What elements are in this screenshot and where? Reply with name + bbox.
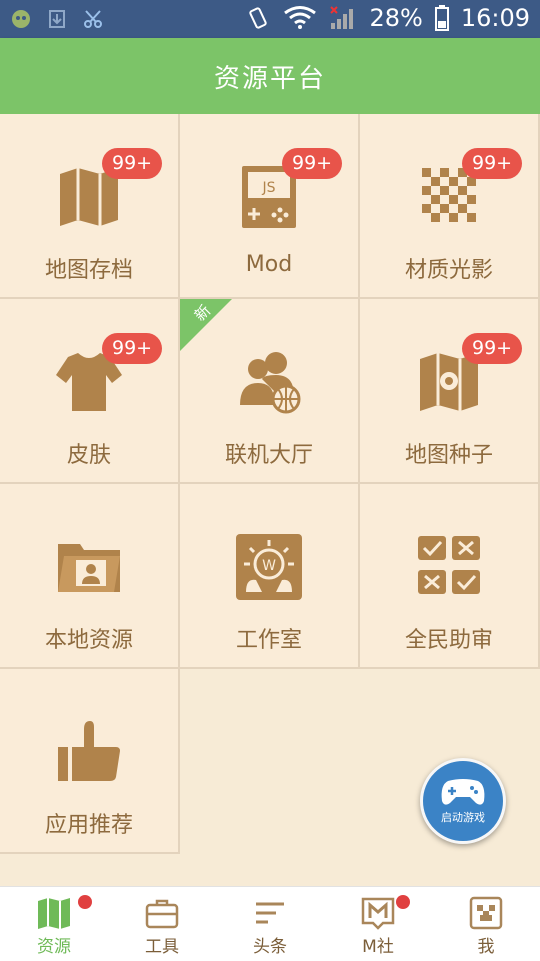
tile-map-seed[interactable]: 99+ 地图种子 — [360, 299, 540, 484]
tile-mod[interactable]: JS 99+ Mod — [180, 114, 360, 299]
signal-icon — [330, 6, 354, 29]
review-checks-icon — [418, 536, 480, 594]
nav-label: 工具 — [145, 936, 179, 957]
new-ribbon: 新 — [180, 299, 232, 351]
tile-skin[interactable]: 99+ 皮肤 — [0, 299, 180, 484]
m-community-icon — [361, 897, 395, 930]
nav-item-headlines[interactable]: 头条 — [216, 887, 324, 961]
tile-app-recommend[interactable]: 应用推荐 — [0, 669, 180, 854]
tile-label: 本地资源 — [44, 628, 133, 653]
count-badge: 99+ — [462, 148, 523, 179]
tile-label: 皮肤 — [66, 443, 111, 468]
nav-label: 资源 — [37, 936, 71, 957]
tile-label: 全民助审 — [404, 628, 493, 653]
toolbox-icon — [145, 899, 179, 928]
tile-texture-shader[interactable]: 99+ 材质光影 — [360, 114, 540, 299]
tile-community-review[interactable]: 全民助审 — [360, 484, 540, 669]
game-notification-icon — [12, 10, 30, 28]
launch-game-button[interactable]: 启动游戏 — [420, 758, 506, 844]
bottom-nav: 资源 工具 头条 M社 我 — [0, 886, 540, 961]
nav-label: 我 — [477, 936, 495, 957]
app-header: 资源平台 — [0, 38, 540, 114]
tile-label: Mod — [245, 252, 293, 277]
count-badge: 99+ — [102, 148, 163, 179]
nav-item-tools[interactable]: 工具 — [108, 887, 216, 961]
battery-icon — [434, 5, 449, 31]
nav-item-me[interactable]: 我 — [432, 887, 540, 961]
tile-multiplayer-hall[interactable]: 新 联机大厅 — [180, 299, 360, 484]
studio-bulb-icon: W — [236, 534, 302, 600]
tile-label: 工作室 — [235, 628, 302, 653]
count-badge: 99+ — [102, 333, 163, 364]
tile-studio[interactable]: W 工作室 — [180, 484, 360, 669]
vibrate-icon — [249, 7, 268, 29]
nav-item-m-community[interactable]: M社 — [324, 887, 432, 961]
tile-local-resources[interactable]: 本地资源 — [0, 484, 180, 669]
wifi-icon — [284, 6, 317, 29]
gamepad-icon — [441, 779, 485, 805]
tile-label: 应用推荐 — [44, 813, 133, 838]
nav-item-resources[interactable]: 资源 — [0, 887, 108, 961]
headlines-icon — [256, 902, 284, 923]
tile-label: 材质光影 — [404, 258, 493, 283]
status-bar: 28% 16:09 — [0, 0, 540, 38]
tile-label: 联机大厅 — [224, 443, 313, 468]
svg-text:JS: JS — [261, 180, 275, 196]
page-title: 资源平台 — [213, 63, 326, 94]
creeper-face-icon — [469, 896, 503, 929]
tile-map-archive[interactable]: 99+ 地图存档 — [0, 114, 180, 299]
thumbs-up-icon — [58, 721, 120, 781]
nav-label: M社 — [362, 936, 394, 957]
folder-user-icon — [58, 544, 120, 592]
notification-dot — [78, 895, 92, 909]
notification-dot — [396, 895, 410, 909]
svg-text:W: W — [262, 558, 276, 574]
tile-label: 地图存档 — [44, 258, 133, 283]
count-badge: 99+ — [282, 148, 343, 179]
battery-percent: 28% — [369, 4, 423, 32]
multiplayer-globe-icon — [240, 352, 301, 414]
download-notification-icon — [49, 10, 65, 28]
map-nav-icon — [38, 897, 70, 929]
scissors-notification-icon — [84, 10, 102, 28]
count-badge: 99+ — [462, 333, 523, 364]
clock: 16:09 — [460, 4, 530, 32]
tile-label: 地图种子 — [404, 443, 493, 468]
launch-game-label: 启动游戏 — [441, 811, 485, 824]
nav-label: 头条 — [253, 936, 287, 957]
